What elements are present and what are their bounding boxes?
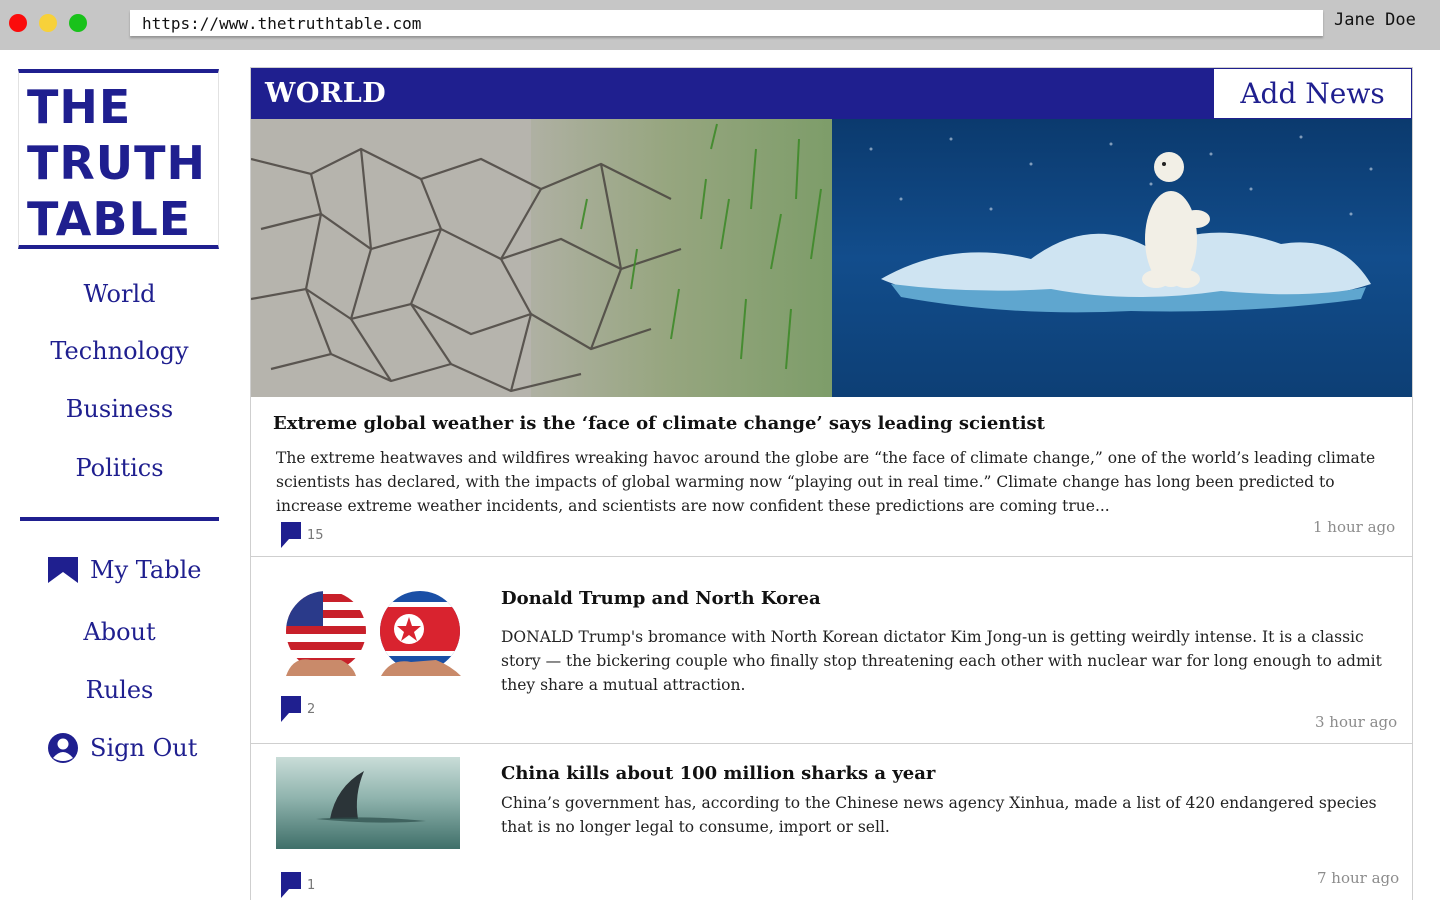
article-time: 7 hour ago	[1317, 869, 1400, 887]
site-logo[interactable]: THE TRUTH TABLE	[18, 69, 219, 249]
news-feed: WORLD Add News Extreme global weather is…	[250, 67, 1413, 900]
article-time: 1 hour ago	[1313, 518, 1396, 536]
nav-item-world[interactable]: World	[20, 280, 219, 308]
comment-count: 1	[307, 878, 316, 893]
nav-item-my-table-label: My Table	[90, 556, 202, 584]
article-title[interactable]: Donald Trump and North Korea	[501, 588, 1381, 609]
featured-article-image[interactable]	[251, 119, 1412, 397]
comment-icon	[281, 522, 301, 548]
add-news-button[interactable]: Add News	[1213, 68, 1412, 119]
nav-item-technology[interactable]: Technology	[20, 337, 219, 365]
article-title[interactable]: China kills about 100 million sharks a y…	[501, 763, 1381, 784]
logo-line-1: THE	[27, 80, 132, 134]
nav-item-business[interactable]: Business	[20, 395, 219, 423]
maximize-window-button[interactable]	[69, 14, 87, 32]
bookmark-icon	[48, 556, 78, 584]
nav-divider	[20, 517, 219, 521]
article-title[interactable]: Extreme global weather is the ‘face of c…	[273, 413, 1393, 434]
user-icon	[48, 733, 78, 763]
article-thumbnail[interactable]	[276, 757, 460, 849]
nav-item-about[interactable]: About	[20, 618, 219, 646]
nav-item-rules[interactable]: Rules	[20, 676, 219, 704]
section-header: WORLD Add News	[251, 68, 1412, 119]
row-divider	[251, 743, 1412, 744]
minimize-window-button[interactable]	[39, 14, 57, 32]
article-time: 3 hour ago	[1315, 713, 1398, 731]
article-summary: China’s government has, according to the…	[501, 794, 1377, 836]
row-divider	[251, 556, 1412, 557]
nav-item-sign-out-label: Sign Out	[90, 734, 198, 762]
comments-link[interactable]: 1	[281, 872, 315, 898]
comments-link[interactable]: 2	[281, 696, 315, 722]
comment-count: 15	[307, 528, 324, 543]
address-bar[interactable]: https://www.thetruthtable.com	[130, 10, 1323, 36]
comment-count: 2	[307, 702, 316, 717]
logo-line-3: TABLE	[27, 192, 192, 246]
article-summary: DONALD Trump's bromance with North Korea…	[501, 628, 1382, 694]
browser-chrome: https://www.thetruthtable.com Jane Doe	[0, 0, 1440, 50]
section-title: WORLD	[265, 78, 387, 109]
comment-icon	[281, 696, 301, 722]
logo-line-2: TRUTH	[27, 136, 207, 190]
nav-item-politics[interactable]: Politics	[20, 454, 219, 482]
user-name[interactable]: Jane Doe	[1334, 10, 1416, 30]
comment-icon	[281, 872, 301, 898]
close-window-button[interactable]	[9, 14, 27, 32]
article-thumbnail[interactable]	[281, 586, 466, 682]
comments-link[interactable]: 15	[281, 522, 324, 548]
article-summary: The extreme heatwaves and wildfires wrea…	[276, 449, 1376, 515]
nav-item-sign-out[interactable]: Sign Out	[48, 733, 198, 763]
nav-item-my-table[interactable]: My Table	[48, 556, 201, 584]
